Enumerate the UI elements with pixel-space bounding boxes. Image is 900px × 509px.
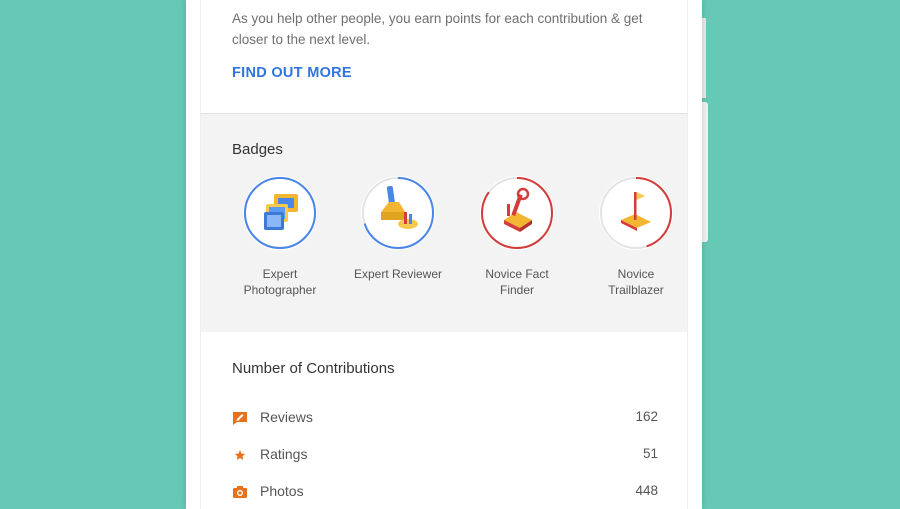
badge-novice-fact-finder[interactable]: Novice Fact Finder [462, 176, 572, 298]
pen-review-icon [381, 185, 418, 229]
badge-expert-reviewer[interactable]: Expert Reviewer [343, 176, 453, 282]
badge-label: Expert Photographer [243, 267, 317, 297]
row-value: 448 [635, 483, 658, 498]
camera-gallery-icon [264, 194, 298, 230]
badges-title: Badges [232, 141, 283, 158]
phone-side-button [702, 102, 708, 242]
contribution-row-reviews[interactable]: Reviews 162 [232, 407, 658, 429]
badge-ring [243, 176, 317, 250]
badge-ring [599, 176, 673, 250]
row-label: Photos [260, 483, 304, 499]
contribution-row-ratings[interactable]: Ratings 51 [232, 444, 658, 466]
badge-ring [480, 176, 554, 250]
profile-screen: As you help other people, you earn point… [200, 0, 688, 509]
contributions-title: Number of Contributions [232, 360, 395, 377]
badge-label: Novice Fact Finder [485, 267, 549, 297]
contribution-row-photos[interactable]: Photos 448 [232, 481, 658, 503]
phone-frame: As you help other people, you earn point… [186, 0, 702, 509]
level-description: As you help other people, you earn point… [232, 11, 643, 47]
row-value: 51 [642, 446, 658, 461]
flag-trail-icon [621, 192, 651, 231]
badge-label: Novice Trailblazer [608, 267, 664, 297]
camera-icon [233, 486, 247, 498]
badge-label: Expert Reviewer [353, 267, 443, 281]
contributions-section: Number of Contributions Reviews 162 Rati… [201, 332, 687, 509]
row-label: Reviews [260, 409, 313, 425]
row-value: 162 [635, 409, 658, 424]
badges-section: Badges Expert Photographer Expert Review… [201, 113, 687, 333]
review-icon [233, 412, 247, 425]
magnifier-fact-icon [504, 187, 532, 232]
badge-expert-photographer[interactable]: Expert Photographer [225, 176, 335, 298]
badge-novice-trailblazer[interactable]: Novice Trailblazer [581, 176, 691, 298]
find-out-more-link[interactable]: FIND OUT MORE [232, 65, 352, 81]
phone-edge [702, 18, 706, 98]
star-icon [234, 450, 246, 460]
row-label: Ratings [260, 446, 308, 462]
badge-ring [361, 176, 435, 250]
